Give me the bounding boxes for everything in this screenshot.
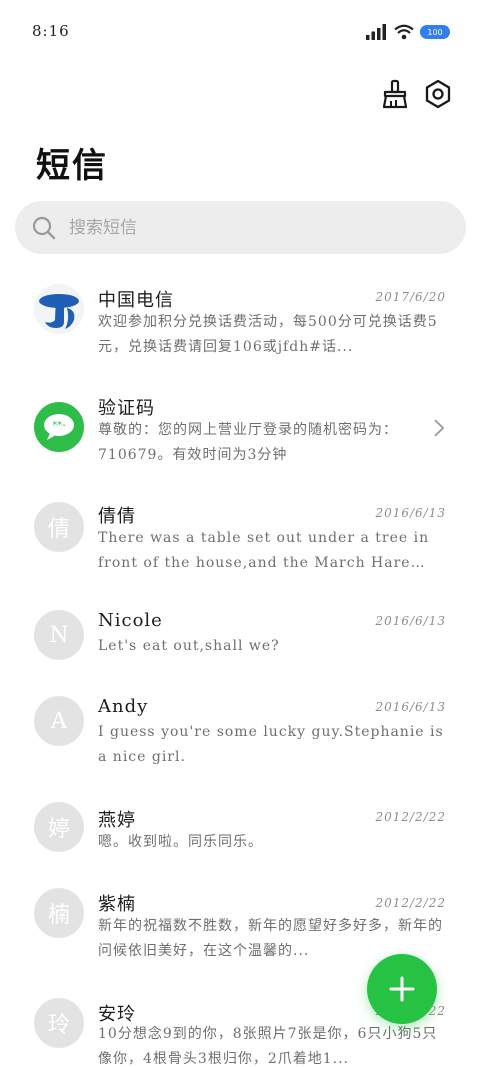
message-preview: 10分想念9到的你，8张照片7张是你，6只小狗5只像你，4根骨头3根归你，2爪着… [98, 1026, 438, 1067]
sender-name: 中国电信 [98, 290, 174, 311]
avatar: A [34, 696, 84, 746]
avatar: 婷 [34, 802, 84, 852]
message-preview: Let's eat out,shall we? [98, 638, 280, 654]
broom-icon [382, 79, 408, 109]
sender-name: Andy [98, 696, 149, 717]
message-date: 2012/2/22 [375, 896, 446, 910]
chevron-right-icon [434, 419, 445, 437]
message-item[interactable]: 婷 燕婷 2012/2/22 嗯。收到啦。同乐同乐。 [0, 802, 480, 882]
avatar: N [34, 610, 84, 660]
settings-button[interactable] [422, 78, 454, 110]
avatar [34, 284, 84, 334]
message-preview: 尊敬的：您的网上营业厅登录的随机密码为：710679。有效时间为3分钟 [98, 422, 398, 463]
avatar: 玲 [34, 998, 84, 1048]
search-icon [31, 215, 57, 241]
avatar: 倩 [34, 502, 84, 552]
new-message-button[interactable] [367, 954, 437, 1024]
message-item[interactable]: **- 验证码 尊敬的：您的网上营业厅登录的随机密码为：710679。有效时间为… [0, 388, 480, 488]
message-date: 2016/6/13 [375, 700, 446, 714]
settings-icon [425, 79, 451, 109]
status-icons: 100 [366, 24, 450, 40]
search-bar[interactable] [15, 201, 466, 254]
svg-text:**-: **- [52, 420, 66, 431]
status-time: 8:16 [32, 22, 70, 40]
china-telecom-logo-icon [39, 294, 79, 329]
sender-name: 倩倩 [98, 506, 136, 527]
page-title: 短信 [36, 146, 108, 186]
sender-name: 紫楠 [98, 894, 136, 915]
message-item[interactable]: N Nicole 2016/6/13 Let's eat out,shall w… [0, 606, 480, 686]
avatar: 楠 [34, 888, 84, 938]
battery-indicator: 100 [420, 25, 450, 39]
message-preview: I guess you're some lucky guy.Stephanie … [98, 724, 444, 765]
sender-name: 验证码 [98, 398, 155, 419]
clean-button[interactable] [379, 78, 411, 110]
message-item[interactable]: A Andy 2016/6/13 I guess you're some luc… [0, 692, 480, 792]
message-item[interactable]: 倩 倩倩 2016/6/13 There was a table set out… [0, 496, 480, 596]
message-date: 2016/6/13 [375, 506, 446, 520]
avatar: **- [34, 402, 84, 452]
sender-name: 燕婷 [98, 810, 136, 831]
message-date: 2012/2/22 [375, 810, 446, 824]
search-input[interactable] [69, 217, 429, 238]
plus-icon [389, 976, 415, 1002]
sms-app: 8:16 100 短信 搜索短信 中国电信 2017/6/20 欢迎参加积分兑换… [0, 0, 480, 1067]
chat-bubble-icon: **- [44, 414, 74, 440]
message-item[interactable]: 中国电信 2017/6/20 欢迎参加积分兑换话费活动，每500分可兑换话费5元… [0, 280, 480, 380]
sender-name: Nicole [98, 610, 163, 631]
message-preview: 欢迎参加积分兑换话费活动，每500分可兑换话费5元，兑换话费请回复106或jfd… [98, 314, 438, 355]
wifi-icon [394, 24, 414, 40]
message-date: 2017/6/20 [375, 290, 446, 304]
message-date: 2016/6/13 [375, 614, 446, 628]
message-preview: There was a table set out under a tree i… [98, 530, 430, 571]
status-bar: 8:16 100 [0, 0, 480, 64]
message-preview: 嗯。收到啦。同乐同乐。 [98, 834, 263, 850]
signal-icon [366, 24, 386, 40]
